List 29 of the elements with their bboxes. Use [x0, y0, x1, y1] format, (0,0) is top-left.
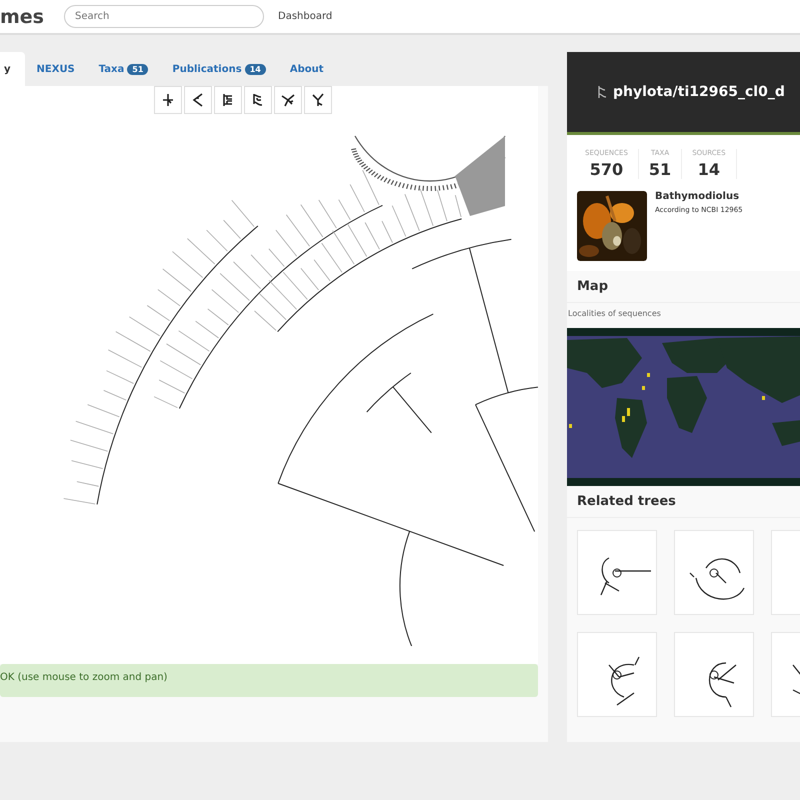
tab[interactable]: Taxa 51: [86, 52, 160, 86]
tab[interactable]: y: [0, 52, 25, 86]
radial-layout-button[interactable]: [154, 86, 182, 114]
tab[interactable]: Publications 14: [160, 52, 278, 86]
tree-thumbnail[interactable]: [577, 632, 657, 717]
stat-value: 51: [648, 160, 672, 179]
logo-text: mes: [0, 4, 44, 28]
unrooted-layout-button[interactable]: [274, 86, 302, 114]
section-heading: Map: [567, 271, 800, 303]
count-badge: 51: [127, 64, 148, 74]
count-badge: 14: [244, 64, 266, 74]
angled-layout-button[interactable]: [184, 86, 212, 114]
tree-thumbnail[interactable]: [577, 530, 657, 615]
split-layout-button[interactable]: [304, 86, 332, 114]
section-subtitle: Localities of sequences: [567, 308, 662, 320]
tab[interactable]: NEXUS: [24, 52, 87, 86]
tree-thumbnail[interactable]: [674, 530, 754, 615]
section-heading: Related trees: [567, 486, 800, 518]
tab[interactable]: About: [278, 52, 336, 86]
nav-link[interactable]: Dashboard: [278, 11, 332, 22]
tree-thumbnail[interactable]: [674, 632, 754, 717]
curved-layout-button[interactable]: [244, 86, 272, 114]
tree-title: phylota/ti12965_cl0_d: [613, 84, 785, 100]
rectangular-layout-button[interactable]: [214, 86, 242, 114]
search-field[interactable]: Search: [64, 5, 264, 28]
stat-value: 14: [698, 160, 720, 179]
taxon-name[interactable]: Bathymodiolus: [655, 191, 743, 202]
status-message: OK (use mouse to zoom and pan): [0, 664, 538, 697]
stat-value: 570: [590, 160, 624, 179]
